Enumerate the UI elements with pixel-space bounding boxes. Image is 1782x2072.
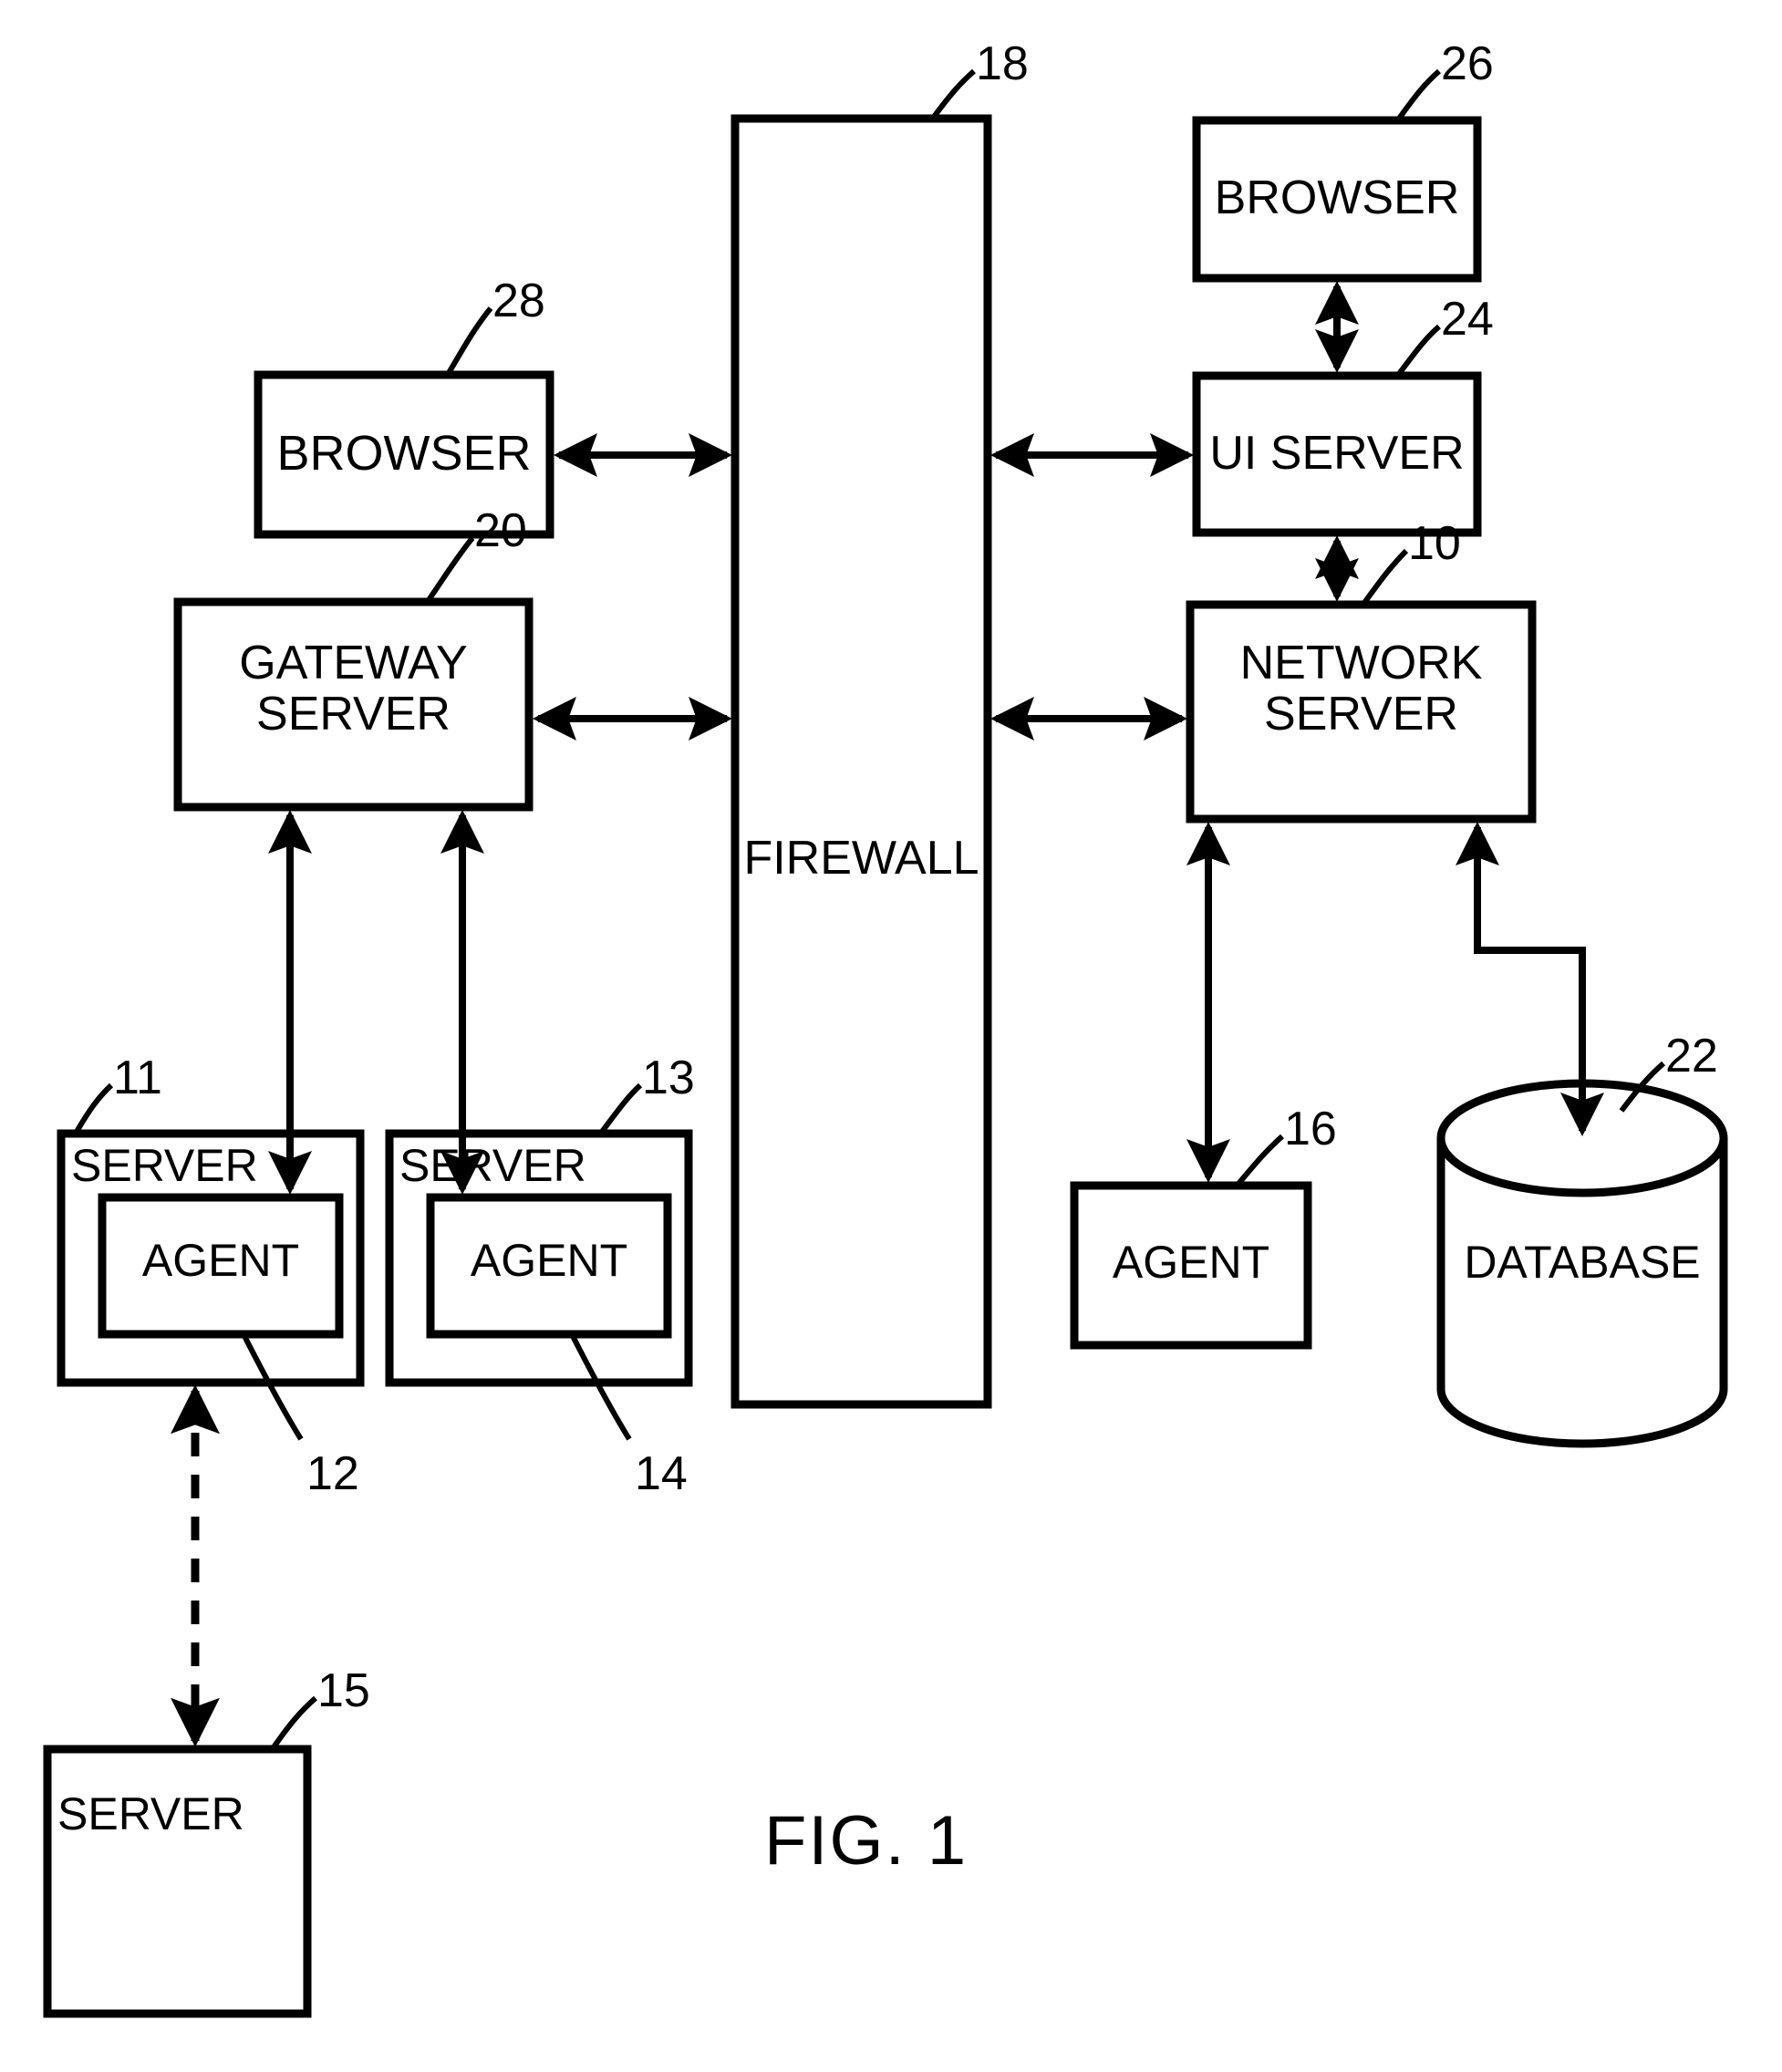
leader-line-10 xyxy=(1362,548,1409,605)
ref-num-16: 16 xyxy=(1284,1103,1337,1155)
leader-line-12 xyxy=(242,1334,304,1441)
leader-line-15 xyxy=(271,1695,317,1749)
ref-num-28: 28 xyxy=(492,275,545,327)
leader-line-26 xyxy=(1396,68,1441,120)
leader-line-18 xyxy=(931,68,976,119)
ref-num-15: 15 xyxy=(317,1664,370,1717)
ref-num-14: 14 xyxy=(635,1447,688,1500)
ref-num-26: 26 xyxy=(1441,37,1494,90)
ref-num-11: 11 xyxy=(113,1052,162,1104)
ref-num-20: 20 xyxy=(474,504,527,557)
ref-num-10: 10 xyxy=(1408,517,1461,570)
agent-12-box xyxy=(98,1193,344,1339)
ref-num-12: 12 xyxy=(306,1447,359,1500)
agent-16-box xyxy=(1070,1181,1312,1350)
network-server-box xyxy=(1186,600,1537,824)
patent-figure: BROWSER GATEWAY SERVER FIREWALL BROWSER … xyxy=(0,0,1782,2072)
leader-line-11 xyxy=(74,1083,114,1134)
browser-right-box xyxy=(1192,116,1482,283)
ref-num-13: 13 xyxy=(642,1052,695,1104)
leader-line-14 xyxy=(570,1334,632,1441)
ui-server-box xyxy=(1192,371,1482,537)
leader-line-28 xyxy=(446,306,493,375)
figure-caption: FIG. 1 xyxy=(764,1802,969,1880)
ref-num-22: 22 xyxy=(1665,1030,1718,1083)
leader-line-13 xyxy=(599,1083,643,1134)
ref-num-18: 18 xyxy=(976,37,1029,90)
leader-line-24 xyxy=(1396,324,1441,376)
leader-line-20 xyxy=(426,536,475,602)
leader-line-16 xyxy=(1236,1134,1284,1186)
diagram-canvas xyxy=(43,68,1728,2018)
gateway-server-box xyxy=(173,597,534,812)
agent-14-box xyxy=(426,1193,672,1339)
server-15-box xyxy=(43,1745,312,2018)
ref-num-24: 24 xyxy=(1441,293,1494,346)
database-22-cylinder xyxy=(1436,1079,1728,1448)
firewall-box xyxy=(730,114,992,1409)
